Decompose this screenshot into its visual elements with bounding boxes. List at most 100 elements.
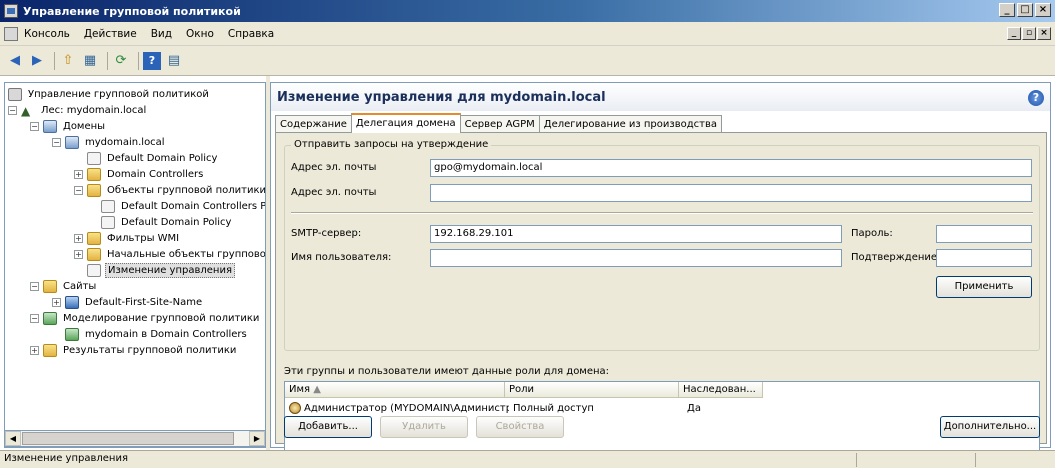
close-button[interactable]: × <box>1035 3 1051 17</box>
column-inherited[interactable]: Наследован... <box>679 382 763 398</box>
window-title: Управление групповой политикой <box>23 4 241 18</box>
help-icon[interactable]: ? <box>1028 90 1044 106</box>
tree-modeling-item[interactable]: mydomain в Domain Controllers <box>65 326 249 342</box>
collapse-icon[interactable]: − <box>30 121 39 131</box>
group-separator <box>291 212 1033 214</box>
column-roles[interactable]: Роли <box>505 382 679 398</box>
tab-production-delegation[interactable]: Делегирование из производства <box>538 115 722 133</box>
password-label: Пароль: <box>851 228 893 239</box>
approval-requests-group: Отправить запросы на утверждение Адрес э… <box>284 139 1040 351</box>
username-label: Имя пользователя: <box>291 252 392 263</box>
toolbar: ◀ ▶ ⇧ ▦ ⟳ ? ▤ <box>0 46 1055 76</box>
collapse-icon[interactable]: − <box>30 313 39 323</box>
tree-sites[interactable]: − Сайты <box>30 278 98 294</box>
tree-change-control[interactable]: Изменение управления <box>87 262 235 278</box>
remove-button[interactable]: Удалить <box>380 416 468 438</box>
tree-default-domain-policy-2[interactable]: Default Domain Policy <box>101 214 233 230</box>
tree-default-domain-policy[interactable]: Default Domain Policy <box>87 150 219 166</box>
scroll-left-arrow[interactable]: ◀ <box>5 431 21 446</box>
gpo-link-icon <box>87 151 101 165</box>
details-header: Изменение управления для mydomain.local … <box>271 83 1050 111</box>
change-control-icon <box>87 263 101 277</box>
tab-contents[interactable]: Содержание <box>275 115 352 133</box>
tree-root[interactable]: Управление групповой политикой <box>8 86 211 102</box>
advanced-button[interactable]: Дополнительно... <box>940 416 1040 438</box>
domains-icon <box>43 119 57 133</box>
menu-help[interactable]: Справка <box>228 28 274 40</box>
tree-domains[interactable]: − Домены <box>30 118 107 134</box>
roles-list-header: Имя ▲ Роли Наследован... <box>285 382 763 398</box>
gpo-icon <box>101 199 115 213</box>
user-icon <box>289 402 301 414</box>
scroll-thumb[interactable] <box>22 432 234 445</box>
tree-domain[interactable]: − mydomain.local <box>52 134 167 150</box>
row-role: Полный доступ <box>513 402 594 414</box>
collapse-icon[interactable]: − <box>74 185 83 195</box>
column-name[interactable]: Имя ▲ <box>285 382 505 398</box>
modeling-icon <box>43 311 57 325</box>
gpo-icon <box>101 215 115 229</box>
collapse-icon[interactable]: − <box>30 281 39 291</box>
to-email-field[interactable] <box>430 184 1032 202</box>
table-row[interactable]: Администратор (MYDOMAIN\Администр... Пол… <box>285 400 767 416</box>
details-pane: Изменение управления для mydomain.local … <box>270 82 1051 451</box>
menu-console[interactable]: Консоль <box>24 28 70 40</box>
roles-caption: Эти группы и пользователи имеют данные р… <box>284 366 610 377</box>
properties-button[interactable]: Свойства <box>476 416 564 438</box>
password-field[interactable] <box>936 225 1032 243</box>
forward-icon[interactable]: ▶ <box>28 52 46 70</box>
confirm-password-field[interactable] <box>936 249 1032 267</box>
collapse-icon[interactable]: − <box>52 137 61 147</box>
domain-icon <box>65 135 79 149</box>
show-hide-tree-icon[interactable]: ▦ <box>81 52 99 70</box>
expand-icon[interactable]: + <box>74 169 83 179</box>
menu-view[interactable]: Вид <box>151 28 172 40</box>
properties-icon[interactable]: ▤ <box>165 52 183 70</box>
username-field[interactable] <box>430 249 842 267</box>
console-menu-icon[interactable] <box>4 26 18 41</box>
forest-icon: ▲ <box>21 103 31 118</box>
scroll-right-arrow[interactable]: ▶ <box>249 431 265 446</box>
mdi-restore-button[interactable]: ▫ <box>1022 27 1036 40</box>
tab-strip: Содержание Делегация домена Сервер AGPM … <box>275 113 722 133</box>
confirm-label: Подтверждение: <box>851 252 941 263</box>
mdi-close-button[interactable]: × <box>1037 27 1051 40</box>
tree-results[interactable]: + Результаты групповой политики <box>30 342 238 358</box>
tree-forest[interactable]: − ▲ Лес: mydomain.local <box>8 102 148 118</box>
tree-modeling[interactable]: − Моделирование групповой политики <box>30 310 261 326</box>
tree-domain-controllers[interactable]: + Domain Controllers <box>74 166 205 182</box>
results-icon <box>43 343 57 357</box>
smtp-server-field[interactable]: 192.168.29.101 <box>430 225 842 243</box>
tree-default-dc-policy[interactable]: Default Domain Controllers Policy <box>101 198 265 214</box>
modeling-result-icon <box>65 327 79 341</box>
up-folder-icon[interactable]: ⇧ <box>59 52 77 70</box>
details-title: Изменение управления для mydomain.local <box>277 90 606 105</box>
maximize-button[interactable]: □ <box>1017 3 1033 17</box>
tree-horizontal-scrollbar[interactable]: ◀ ▶ <box>4 430 266 447</box>
expand-icon[interactable]: + <box>52 297 61 307</box>
console-tree[interactable]: Управление групповой политикой − ▲ Лес: … <box>4 82 266 448</box>
expand-icon[interactable]: + <box>74 233 83 243</box>
status-pane <box>975 453 976 467</box>
tree-wmi-filters[interactable]: + Фильтры WMI <box>74 230 181 246</box>
refresh-icon[interactable]: ⟳ <box>112 52 130 70</box>
tree-starter-gpos[interactable]: + Начальные объекты групповой пол <box>74 246 265 262</box>
group-title: Отправить запросы на утверждение <box>291 139 492 150</box>
minimize-button[interactable]: _ <box>999 3 1015 17</box>
tree-gpo-objects[interactable]: − Объекты групповой политики <box>74 182 265 198</box>
from-email-field[interactable]: gpo@mydomain.local <box>430 159 1032 177</box>
collapse-icon[interactable]: − <box>8 105 17 115</box>
tree-default-site[interactable]: + Default-First-Site-Name <box>52 294 204 310</box>
back-icon[interactable]: ◀ <box>6 52 24 70</box>
help-icon[interactable]: ? <box>143 51 161 70</box>
menu-window[interactable]: Окно <box>186 28 214 40</box>
expand-icon[interactable]: + <box>74 249 83 259</box>
tab-domain-delegation[interactable]: Делегация домена <box>350 113 461 133</box>
add-button[interactable]: Добавить... <box>284 416 372 438</box>
expand-icon[interactable]: + <box>30 345 39 355</box>
menu-action[interactable]: Действие <box>84 28 137 40</box>
site-icon <box>65 295 79 309</box>
tab-agpm-server[interactable]: Сервер AGPM <box>459 115 540 133</box>
apply-button[interactable]: Применить <box>936 276 1032 298</box>
mdi-minimize-button[interactable]: _ <box>1007 27 1021 40</box>
